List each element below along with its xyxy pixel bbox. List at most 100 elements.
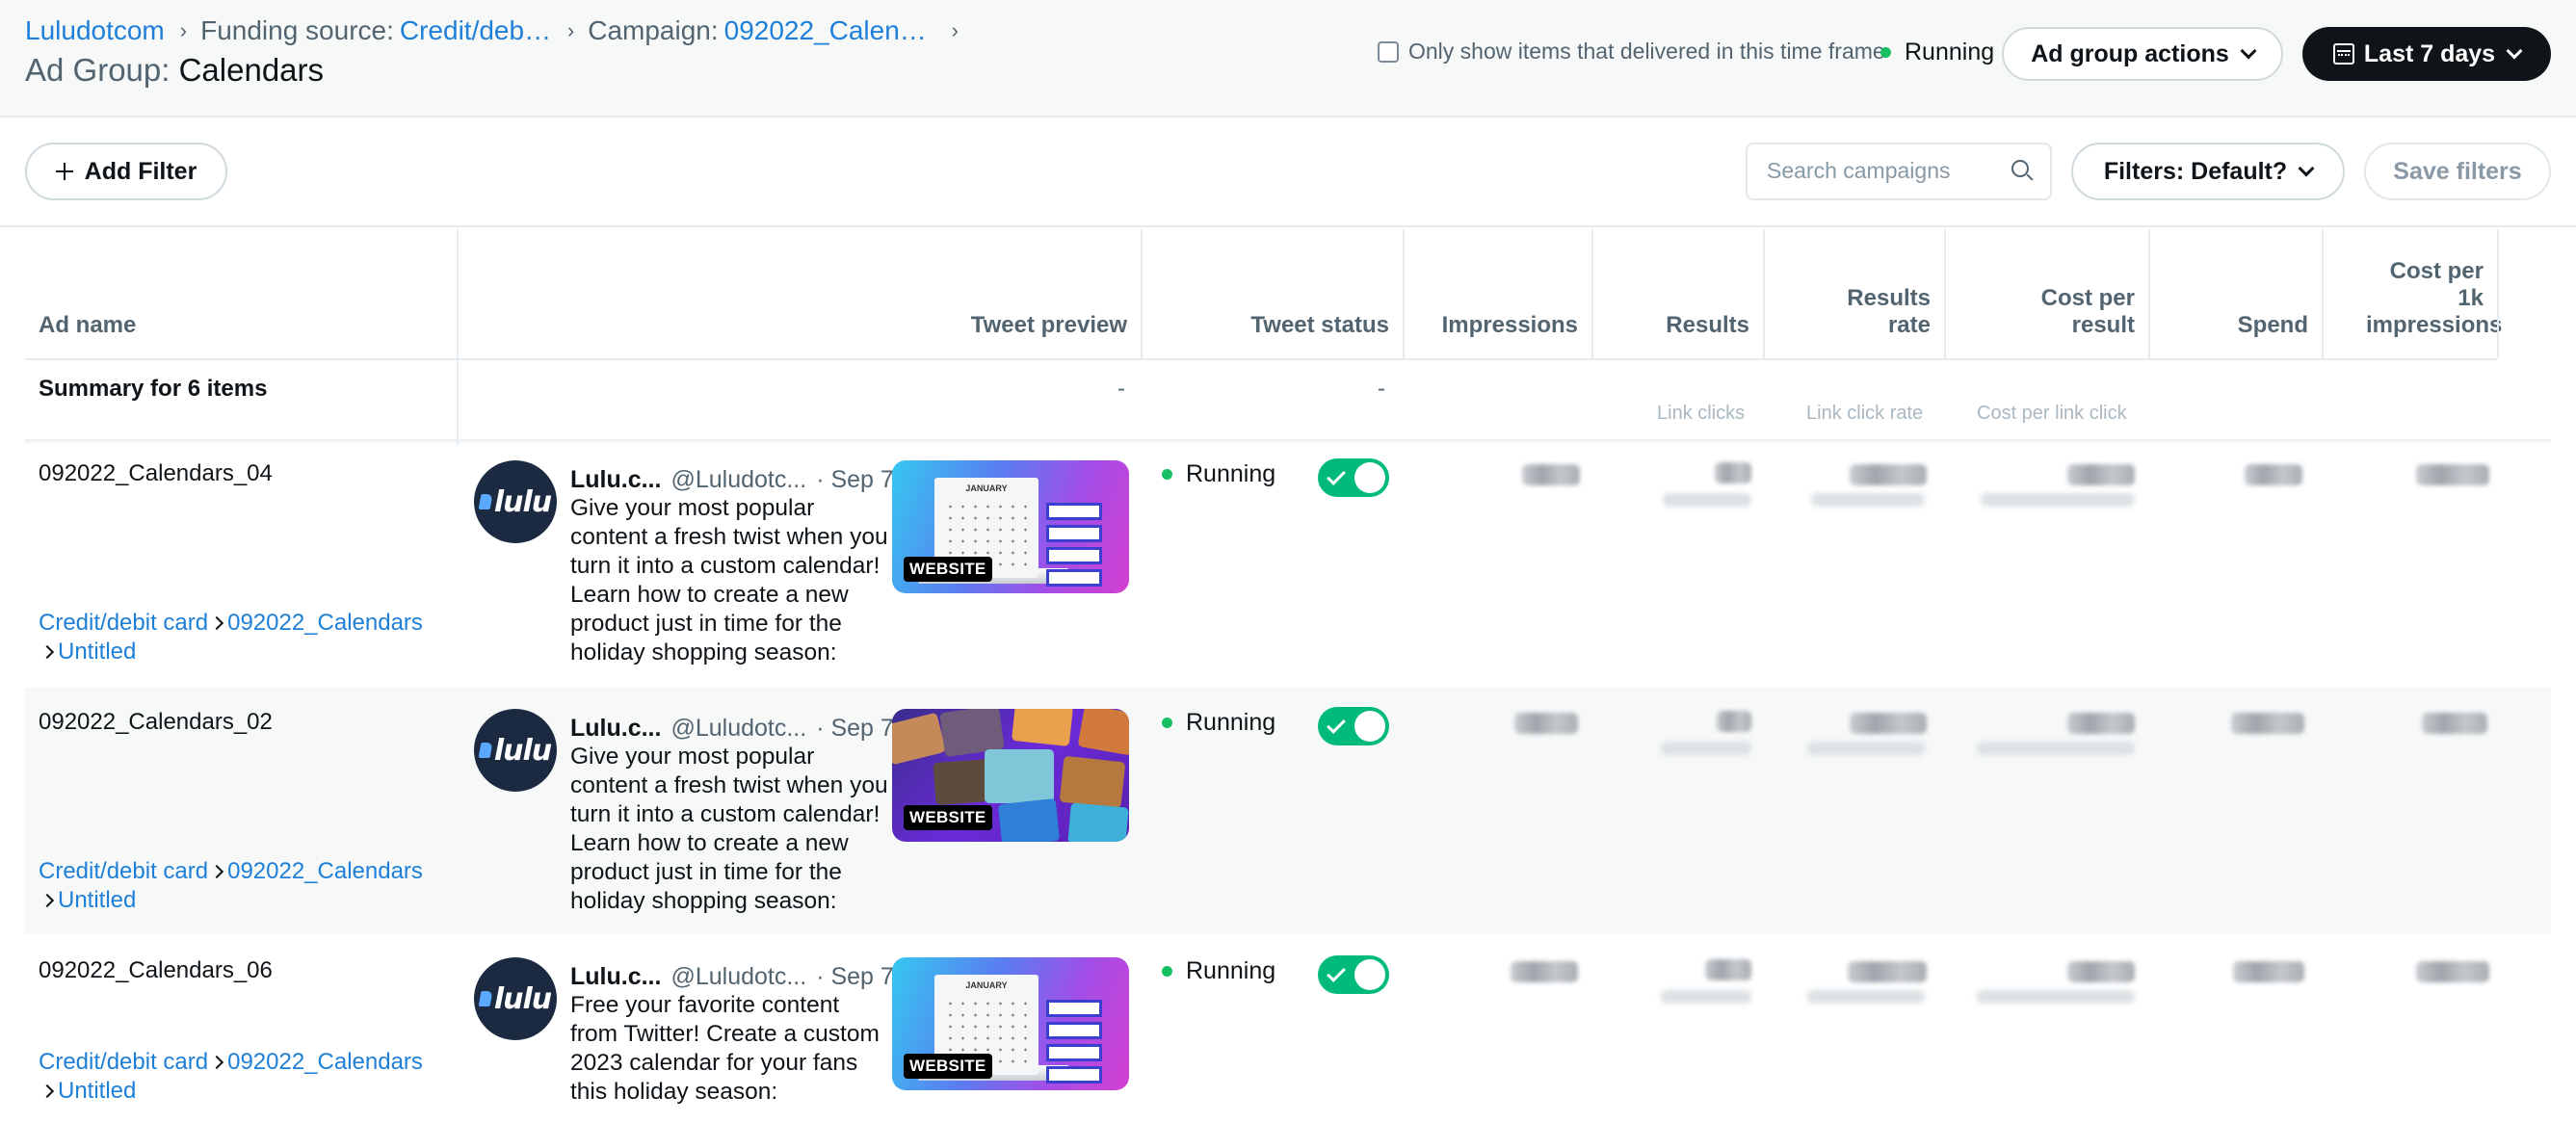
filters-dropdown-label: Filters: Default?	[2103, 157, 2288, 185]
avatar: lulu	[474, 709, 557, 792]
metric-impressions	[1522, 464, 1580, 485]
column-header-cost-per-result[interactable]: Cost per result	[1946, 231, 2148, 358]
calendar-icon	[2332, 43, 2354, 65]
ad-name[interactable]: 092022_Calendars_02	[39, 709, 273, 736]
metric-results-sub	[1661, 742, 1751, 755]
tweet-card-image[interactable]: WEBSITE	[892, 709, 1129, 842]
tweet-text: Give your most popular content a fresh t…	[570, 495, 888, 666]
ad-path-campaign-link[interactable]: 092022_Calendars	[227, 858, 423, 884]
column-header-spend[interactable]: Spend	[2150, 231, 2322, 358]
delivered-checkbox-label[interactable]: Only show items that delivered in this t…	[1408, 39, 1885, 65]
add-filter-label: Add Filter	[84, 157, 197, 185]
tweet-handle: @Luludotc...	[670, 963, 807, 990]
metric-results-rate	[1850, 713, 1927, 734]
divider	[0, 225, 2576, 227]
lulu-logo-icon	[478, 494, 493, 509]
summary-results-sub: Link clicks	[1657, 403, 1746, 424]
chevron-down-icon	[2240, 42, 2257, 60]
column-divider	[2322, 229, 2324, 358]
date-range-button[interactable]: Last 7 days	[2302, 27, 2551, 81]
tweet-date: · Sep 7	[816, 466, 894, 493]
status-toggle[interactable]	[1318, 707, 1389, 745]
breadcrumb-campaign-link[interactable]: 092022_Calend...	[724, 15, 936, 46]
status-dot-icon	[1880, 47, 1891, 58]
ad-path: Credit/debit card 092022_Calendars Untitl…	[39, 609, 423, 666]
ad-group-status: Running	[1880, 39, 1994, 66]
check-icon	[1327, 715, 1346, 734]
metric-results-sub	[1661, 990, 1751, 1004]
lulu-logo-icon	[478, 743, 493, 758]
ad-path-campaign-link[interactable]: 092022_Calendars	[227, 610, 423, 636]
ad-group-status-label: Running	[1905, 39, 1995, 65]
column-divider	[2497, 229, 2499, 358]
metric-cost-per-result	[2067, 961, 2135, 982]
ad-path-campaign-link[interactable]: 092022_Calendars	[227, 1049, 423, 1075]
metric-spend	[2245, 464, 2302, 485]
page-title-value: Calendars	[178, 52, 325, 88]
metric-cost-per-result-sub	[1981, 493, 2135, 507]
metric-impressions	[1511, 961, 1578, 982]
column-header-ad-name[interactable]: Ad name	[25, 231, 457, 358]
ad-path-funding-link[interactable]: Credit/debit card	[39, 610, 208, 636]
column-divider	[2148, 229, 2150, 358]
column-header-results-rate[interactable]: Results rate	[1765, 231, 1944, 358]
metric-results	[1705, 959, 1751, 980]
page-header: Luludotcom › Funding source: Credit/debi…	[0, 0, 2576, 118]
tweet-author: Lulu.c...	[570, 466, 662, 493]
search-icon[interactable]	[2011, 160, 2029, 177]
check-icon	[1327, 963, 1346, 982]
metric-results	[1715, 462, 1751, 483]
website-badge: WEBSITE	[904, 557, 992, 582]
ad-name[interactable]: 092022_Calendars_06	[39, 957, 273, 984]
metric-cost-per-result-sub	[1977, 742, 2135, 755]
page-title-label: Ad Group:	[25, 52, 171, 88]
tweet-card-image[interactable]: JANUARY WEBSITE	[892, 460, 1129, 593]
ad-name[interactable]: 092022_Calendars_04	[39, 460, 273, 487]
header-divider	[25, 358, 2497, 360]
delivered-filter[interactable]: Only show items that delivered in this t…	[1378, 39, 1885, 65]
add-filter-button[interactable]: Add Filter	[25, 143, 227, 200]
ad-path-funding-link[interactable]: Credit/debit card	[39, 1049, 208, 1075]
chevron-right-icon	[210, 864, 224, 879]
column-divider	[1944, 229, 1946, 358]
tweet-text: Free your favorite content from Twitter!…	[570, 992, 880, 1105]
tweet-status-label: Running	[1186, 957, 1276, 984]
metric-results-sub	[1663, 493, 1751, 507]
plus-icon	[55, 163, 73, 180]
status-dot-icon	[1162, 966, 1172, 977]
search-campaigns[interactable]	[1746, 143, 2052, 200]
ad-path-adgroup-link[interactable]: Untitled	[58, 639, 136, 665]
ad-path-adgroup-link[interactable]: Untitled	[58, 887, 136, 913]
metric-cost-per-result	[2067, 713, 2135, 734]
column-header-tweet-status[interactable]: Tweet status	[1143, 231, 1403, 358]
summary-tweet-preview: -	[1117, 376, 1125, 402]
tweet-card-image[interactable]: JANUARY WEBSITE	[892, 957, 1129, 1090]
chevron-right-icon[interactable]: ›	[952, 18, 959, 43]
column-divider	[1403, 229, 1405, 358]
ad-path: Credit/debit card 092022_Calendars Untitl…	[39, 857, 423, 915]
summary-results-rate-sub: Link click rate	[1806, 403, 1924, 424]
status-toggle[interactable]	[1318, 955, 1389, 994]
breadcrumb-root-link[interactable]: Luludotcom	[25, 15, 165, 46]
avatar: lulu	[474, 957, 557, 1040]
summary-cost-per-result-sub: Cost per link click	[1977, 403, 2127, 424]
ad-path-funding-link[interactable]: Credit/debit card	[39, 858, 208, 884]
chevron-down-icon	[2506, 42, 2523, 60]
ad-path-adgroup-link[interactable]: Untitled	[58, 1078, 136, 1104]
metric-spend	[2233, 961, 2304, 982]
status-toggle[interactable]	[1318, 458, 1389, 497]
date-range-label: Last 7 days	[2363, 39, 2496, 67]
filters-dropdown[interactable]: Filters: Default?	[2071, 143, 2345, 200]
column-header-cost-per-1k[interactable]: Cost per 1k impressions	[2324, 231, 2502, 358]
breadcrumb-funding-link[interactable]: Credit/debi...	[400, 15, 552, 46]
search-input[interactable]	[1767, 158, 1998, 184]
save-filters-button[interactable]: Save filters	[2364, 143, 2551, 200]
ad-group-actions-button[interactable]: Ad group actions	[2002, 27, 2283, 81]
delivered-checkbox[interactable]	[1378, 40, 1399, 63]
column-header-tweet-preview[interactable]: Tweet preview	[459, 231, 1141, 358]
metric-results-rate-sub	[1807, 742, 1925, 755]
column-header-results[interactable]: Results	[1593, 231, 1763, 358]
tweet-status-label: Running	[1186, 709, 1276, 736]
tweet-date: · Sep 7	[816, 963, 894, 990]
column-header-impressions[interactable]: Impressions	[1405, 231, 1591, 358]
